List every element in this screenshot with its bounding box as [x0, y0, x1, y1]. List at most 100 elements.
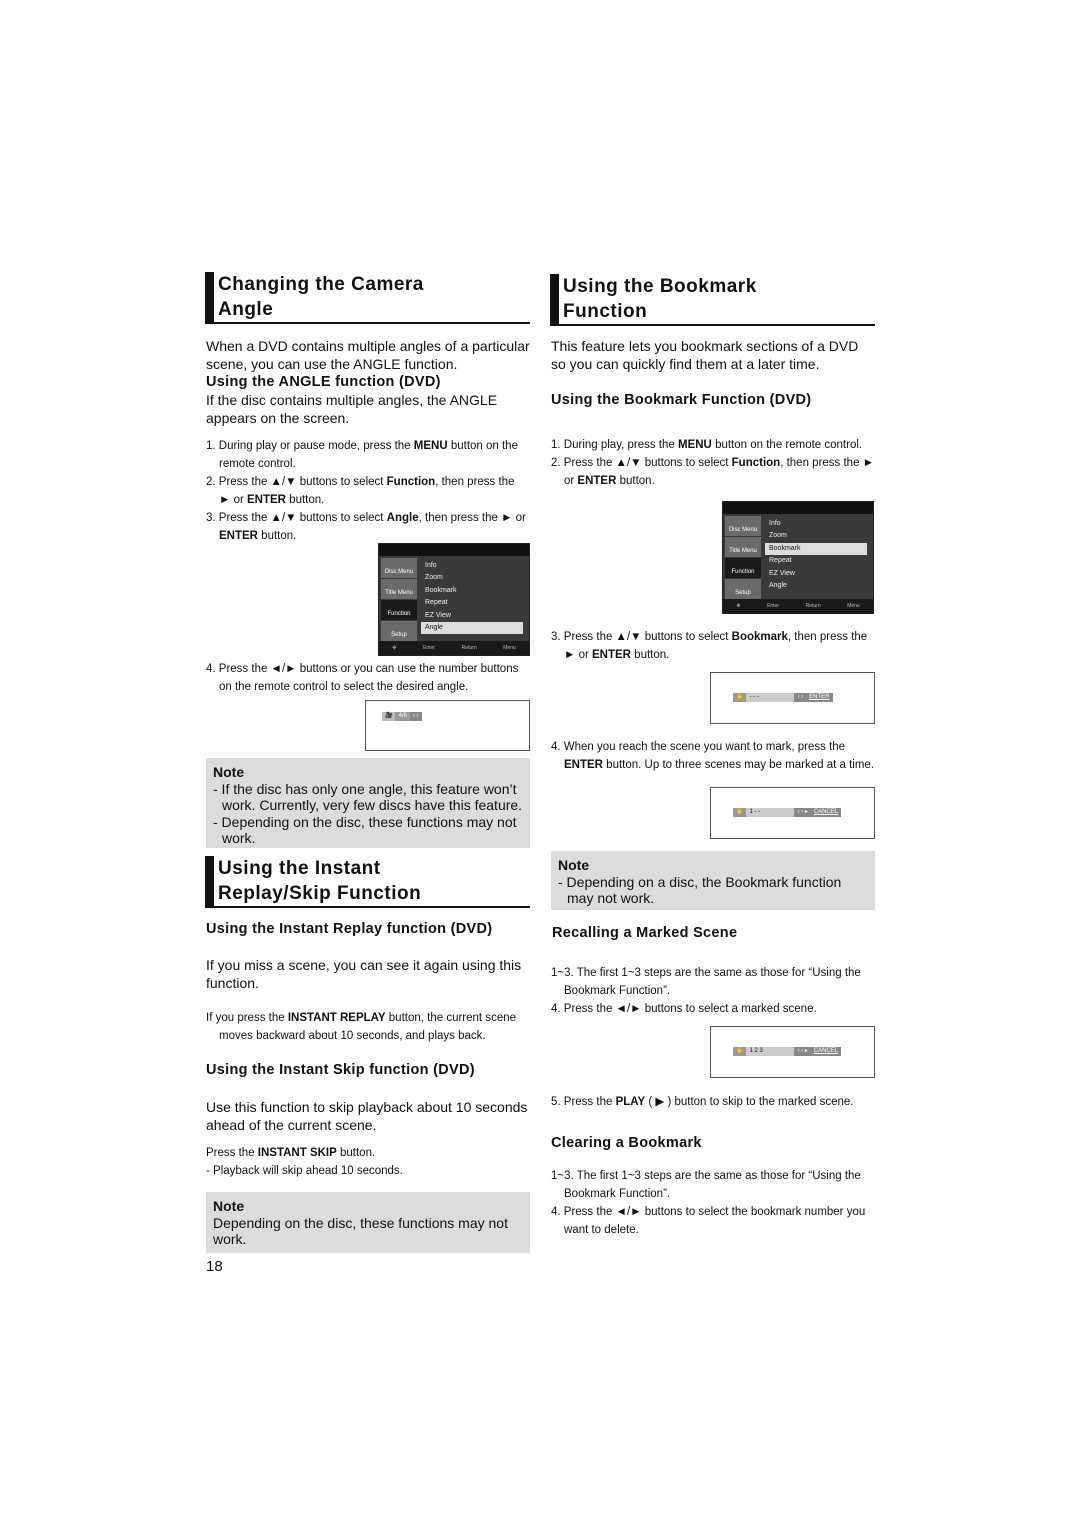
bookmark-osd-three: ✋ 1 2 3 ‹ › ▸ CANCEL	[710, 1026, 875, 1078]
subheading: Using the Bookmark Function (DVD)	[551, 392, 812, 408]
steps-list: 1~3. The first 1~3 steps are the same as…	[551, 964, 875, 1018]
step-text: button.	[257, 530, 297, 542]
arrows-icon: ‹ ›	[409, 712, 422, 721]
menu-footer: ✥ Enter Return Menu	[723, 599, 873, 613]
step-item: 3. Press the ▲/▼ buttons to select Bookm…	[551, 628, 875, 664]
step-keyword: MENU	[413, 440, 448, 452]
menu-item: EZ View	[769, 569, 795, 577]
note-box: Note - If the disc has only one angle, t…	[206, 758, 530, 848]
step-keyword: Function	[386, 476, 436, 488]
step-item: 2. Press the ▲/▼ buttons to select Funct…	[551, 454, 875, 490]
step-text: 2. Press the ▲/▼ buttons to select	[551, 457, 732, 469]
menu-item: Info	[425, 562, 437, 569]
step-text: 3. Press the ▲/▼ buttons to select	[206, 512, 387, 524]
arrows-icon: ‹ › ▸	[794, 1047, 811, 1056]
step-item: 4. When you reach the scene you want to …	[551, 738, 875, 774]
menu-header-bar	[723, 502, 873, 514]
sub-text: Use this function to skip playback about…	[206, 1099, 528, 1133]
steps-list: If you press the INSTANT REPLAY button, …	[206, 1009, 528, 1045]
step-text: button.	[616, 475, 655, 487]
arrows-icon: ‹ › ▸	[794, 808, 811, 817]
note-item: - Depending on the disc, these functions…	[213, 813, 517, 847]
menu-sidebar: Disc Menu Title Menu Function Setup	[725, 516, 761, 600]
note-text: Depending on the disc, these functions m…	[213, 1214, 508, 1248]
menu-sidebar-item: Function	[725, 558, 761, 578]
page-number: 18	[206, 1258, 223, 1275]
angle-value: 4/6	[395, 712, 410, 721]
steps-list: 4. Press the ◄/► buttons or you can use …	[206, 660, 528, 696]
menu-sidebar-item: Disc Menu	[725, 516, 761, 536]
step-text: button.	[630, 649, 670, 661]
bookmark-osd-empty: ✋ - - - ‹ › ENTER	[710, 672, 875, 724]
intro-text: When a DVD contains multiple angles of a…	[206, 338, 530, 372]
step-item: 2. Press the ▲/▼ buttons to select Funct…	[206, 473, 526, 509]
menu-footer-label: Return	[461, 645, 477, 651]
steps-list: Press the INSTANT SKIP button. - Playback…	[206, 1144, 528, 1180]
step-keyword: ENTER	[247, 494, 286, 506]
step-keyword: ENTER	[219, 530, 258, 542]
title-line: Angle	[218, 299, 274, 320]
menu-item: Repeat	[425, 599, 448, 607]
menu-sidebar-item: Setup	[381, 621, 417, 641]
step-item: 1. During play, press the MENU button on…	[551, 436, 875, 454]
menu-sidebar-item: Title Menu	[725, 537, 761, 557]
step-text: , then press the ► or	[418, 512, 526, 524]
note-box: Note - Depending on a disc, the Bookmark…	[551, 851, 875, 910]
section-title-instant-replay: Using the Instant Replay/Skip Function	[205, 856, 530, 908]
step-text: 1. During play or pause mode, press the	[206, 440, 414, 452]
step-text: 3. Press the ▲/▼ buttons to select	[551, 631, 732, 643]
step-item: 3. Press the ▲/▼ buttons to select Angle…	[206, 509, 526, 545]
title-line: Function	[563, 301, 648, 322]
osd-button-label: CANCEL	[810, 808, 842, 817]
bookmark-bar: ✋ 1 2 3 ‹ › ▸ CANCEL	[733, 1047, 842, 1056]
step-item: Press the INSTANT SKIP button.	[206, 1144, 528, 1162]
step-text: Press the	[206, 1147, 258, 1159]
step-text: 1~3. The first 1~3 steps are the same as…	[551, 1170, 861, 1200]
step-keyword: Angle	[386, 512, 419, 524]
bookmark-icon: ✋	[733, 808, 747, 817]
bookmark-icon: ✋	[733, 1047, 747, 1056]
osd-button-label: CANCEL	[810, 1047, 842, 1056]
note-box: Note Depending on the disc, these functi…	[206, 1192, 530, 1253]
menu-items: Info Zoom Bookmark Repeat EZ View Angle	[421, 560, 523, 635]
step-keyword: INSTANT REPLAY	[287, 1012, 386, 1024]
step-keyword: Bookmark	[731, 631, 788, 643]
step-text: 4. When you reach the scene you want to …	[551, 741, 846, 753]
step-item: 4. Press the ◄/► buttons to select a mar…	[551, 1000, 875, 1018]
step-text: 2. Press the ▲/▼ buttons to select	[206, 476, 387, 488]
step-text: button.	[336, 1147, 376, 1159]
navigation-icon: ✥	[736, 603, 741, 609]
menu-footer-label: Return	[805, 603, 821, 609]
step-text: 4. Press the ◄/► buttons to select a mar…	[551, 1003, 817, 1015]
menu-header-bar	[379, 544, 529, 556]
menu-item: Angle	[421, 621, 523, 635]
menu-sidebar-item: Disc Menu	[381, 558, 417, 578]
dvd-menu-screenshot-angle: Disc Menu Title Menu Function Setup Info Zoom…	[378, 543, 530, 656]
step-text: If you press the	[206, 1012, 288, 1024]
title-line: Changing the Camera	[218, 274, 424, 295]
bookmark-icon: ✋	[733, 693, 747, 702]
step-keyword: MENU	[678, 439, 712, 451]
angle-osd-screenshot: 🎥 4/6 ‹ ›	[365, 700, 530, 751]
osd-button-label: ENTER	[806, 693, 833, 702]
subheading: Recalling a Marked Scene	[552, 925, 738, 941]
step-text: 5. Press the	[551, 1096, 616, 1108]
menu-item: EZ View	[425, 611, 451, 619]
step-item: 4. Press the ◄/► buttons or you can use …	[206, 660, 528, 696]
step-item: 1~3. The first 1~3 steps are the same as…	[551, 1167, 875, 1203]
step-text: button. Up to three scenes may be marked…	[602, 759, 875, 771]
note-item: - If the disc has only one angle, this f…	[213, 780, 523, 814]
steps-list: 1. During play or pause mode, press the …	[206, 437, 526, 545]
note-text: - Depending on a disc, the Bookmark func…	[558, 873, 842, 907]
menu-footer: ✥ Enter Return Menu	[379, 641, 529, 655]
step-item: 1~3. The first 1~3 steps are the same as…	[551, 964, 875, 1000]
sub-text: If the disc contains multiple angles, th…	[206, 392, 498, 426]
camera-icon: 🎥	[385, 713, 393, 719]
steps-list: 4. When you reach the scene you want to …	[551, 738, 875, 774]
sub-text: If you miss a scene, you can see it agai…	[206, 957, 522, 991]
menu-item: Bookmark	[765, 542, 867, 556]
step-item: 5. Press the PLAY ( ▶ ) button to skip t…	[551, 1093, 875, 1111]
menu-item: Angle	[769, 581, 787, 589]
step-keyword: ENTER	[564, 759, 603, 771]
subheading: Using the Instant Skip function (DVD)	[206, 1062, 475, 1078]
